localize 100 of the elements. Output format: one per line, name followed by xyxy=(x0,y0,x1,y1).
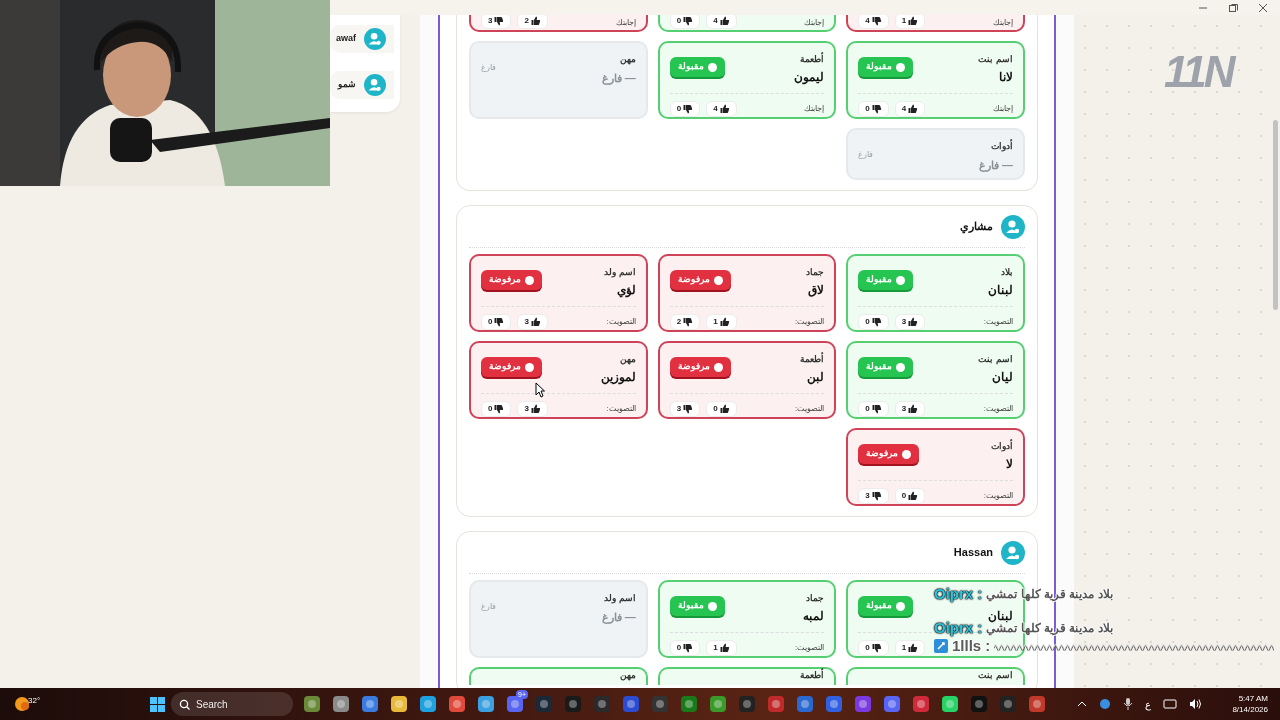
chevron-up-icon[interactable] xyxy=(1077,700,1088,708)
thumbs-up-icon xyxy=(908,104,919,114)
player-name: Hassan xyxy=(953,545,993,561)
scrollbar-thumb[interactable] xyxy=(1273,120,1278,310)
category-label: اسم بنت xyxy=(978,53,1013,64)
thumbs-up-icon xyxy=(530,317,541,327)
empty-tag: فارغ xyxy=(481,61,496,74)
vote-label: إجابتك xyxy=(993,17,1013,29)
like-count: 2 xyxy=(517,15,548,29)
app-icon[interactable] xyxy=(448,695,466,713)
status-pill: مرفوضة xyxy=(481,357,542,377)
dislike-count: 0 xyxy=(858,314,889,330)
dislike-count: 0 xyxy=(858,401,889,417)
windows-start-icon[interactable] xyxy=(150,696,165,712)
app-icon[interactable] xyxy=(1028,695,1046,713)
app-icon[interactable] xyxy=(390,695,408,713)
logo-text: 11N xyxy=(1164,50,1236,94)
thumbs-up-icon xyxy=(908,404,919,414)
app-icon[interactable] xyxy=(303,695,321,713)
player-item[interactable]: شمو xyxy=(330,71,394,99)
category-label: أطعمة xyxy=(800,53,825,64)
dislike-count: 0 xyxy=(858,640,889,656)
vote-label: التصويت: xyxy=(983,490,1013,502)
avatar-icon xyxy=(1001,540,1025,565)
app-icon[interactable] xyxy=(883,695,901,713)
player-name: مشاري xyxy=(960,219,993,235)
dislike-count: 0 xyxy=(481,314,512,330)
thumbs-up-icon xyxy=(719,16,730,26)
app-icon[interactable] xyxy=(709,695,727,713)
like-count: 0 xyxy=(706,401,737,417)
category-label: اسم بنت xyxy=(978,353,1013,364)
empty-value: — فارغ xyxy=(978,157,1013,173)
avatar-icon xyxy=(1001,214,1025,239)
display-icon[interactable] xyxy=(1163,698,1178,710)
app-icon[interactable] xyxy=(361,695,379,713)
status-pill: مقبولة xyxy=(858,270,914,290)
thumbs-down-icon xyxy=(683,317,694,327)
thumbs-up-icon xyxy=(719,104,730,114)
like-count: 1 xyxy=(894,640,926,656)
vote-label: التصويت: xyxy=(983,403,1013,415)
thumbs-down-icon xyxy=(871,104,882,114)
answer-text: ليمون xyxy=(794,69,825,86)
like-count: 1 xyxy=(706,314,737,330)
dislike-count: 0 xyxy=(858,101,889,117)
vote-label: التصويت: xyxy=(606,403,636,415)
thumbs-down-icon xyxy=(871,491,882,501)
status-pill: مقبولة xyxy=(858,357,914,377)
app-icon[interactable] xyxy=(796,695,814,713)
dislike-count: 2 xyxy=(669,314,701,330)
thumbs-up-icon xyxy=(719,404,730,414)
vote-label: التصويت: xyxy=(606,316,636,328)
status-pill: مقبولة xyxy=(669,57,725,77)
input-language[interactable]: ع xyxy=(1145,696,1152,712)
volume-icon[interactable] xyxy=(1189,698,1203,710)
thumbs-up-icon xyxy=(908,16,919,26)
player-item[interactable]: awaf xyxy=(330,25,394,53)
answer-text: لبن xyxy=(807,369,825,386)
network-icon[interactable] xyxy=(1099,698,1112,710)
thumbs-down-icon xyxy=(683,643,694,653)
app-icon[interactable] xyxy=(825,695,843,713)
dislike-count: 0 xyxy=(669,15,701,29)
thumbs-up-icon xyxy=(530,404,541,414)
taskbar-clock[interactable]: 5:47 AM 8/14/2026 xyxy=(1232,693,1268,715)
category-label: جماد xyxy=(806,266,825,277)
restore-icon[interactable] xyxy=(1228,3,1238,13)
taskbar-search[interactable]: Search xyxy=(171,692,293,716)
time-text: 5:47 AM xyxy=(1238,693,1268,704)
empty-tag: فارغ xyxy=(481,600,496,613)
app-icon[interactable] xyxy=(941,695,959,713)
answer-text: لؤي xyxy=(616,282,636,299)
app-icon[interactable] xyxy=(912,695,930,713)
app-icon[interactable] xyxy=(477,695,495,713)
thumbs-down-icon xyxy=(494,16,505,26)
category-label: مهن xyxy=(618,670,636,681)
like-count: 1 xyxy=(706,640,737,656)
app-icon[interactable] xyxy=(506,695,524,713)
microphone-icon[interactable] xyxy=(1123,698,1134,710)
close-icon[interactable] xyxy=(1258,3,1268,13)
empty-value: — فارغ xyxy=(601,70,636,86)
answer-text: لاق xyxy=(808,282,825,299)
weather-icon[interactable] xyxy=(14,695,30,713)
vote-label: إجابتك xyxy=(804,17,825,29)
app-icon[interactable] xyxy=(419,695,437,713)
like-count: 0 xyxy=(894,488,926,504)
app-icon[interactable] xyxy=(332,695,350,713)
dislike-count: 3 xyxy=(669,401,701,417)
like-count: 4 xyxy=(706,101,737,117)
search-icon xyxy=(179,698,190,710)
category-label: أطعمة xyxy=(800,353,825,364)
app-icon[interactable] xyxy=(680,695,698,713)
weather-temp: 32° xyxy=(28,695,41,707)
thumbs-up-icon xyxy=(908,643,919,653)
thumbs-down-icon xyxy=(494,404,505,414)
like-count: 3 xyxy=(894,314,926,330)
status-pill: مرفوضة xyxy=(858,444,920,464)
vote-label: التصويت: xyxy=(983,316,1013,328)
category-label: جماد xyxy=(806,592,825,603)
category-label: أدوات xyxy=(991,440,1013,451)
category-label: مهن xyxy=(619,353,636,364)
answer-text: لمبه xyxy=(803,608,825,625)
